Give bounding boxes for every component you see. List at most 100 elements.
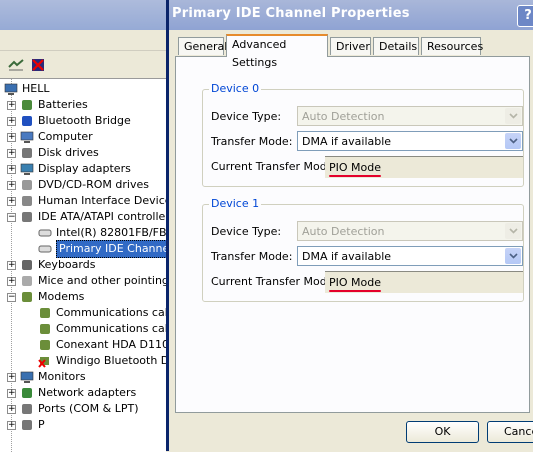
tree-item[interactable]: + Network adapters (7, 385, 136, 401)
tab-advanced-settings[interactable]: Advanced Settings (226, 34, 328, 69)
tree-item[interactable]: + Batteries (7, 97, 88, 113)
monitor-icon (20, 370, 34, 384)
chevron-down-icon[interactable] (505, 248, 521, 264)
device-manager-menubar (0, 30, 166, 51)
tab-details[interactable]: Details (373, 37, 419, 55)
expand-icon[interactable]: + (7, 148, 16, 158)
tree-item[interactable]: + Disk drives (7, 145, 99, 161)
expand-icon[interactable]: + (7, 404, 16, 414)
device-1-transfer-mode-select[interactable]: DMA if available (297, 246, 523, 266)
ok-button[interactable]: OK (406, 421, 479, 443)
expand-icon[interactable]: + (7, 180, 16, 190)
chevron-down-icon (505, 108, 521, 124)
expand-icon[interactable]: + (7, 276, 16, 286)
tree-item-label[interactable]: Human Interface Devices (38, 193, 166, 209)
device-tree[interactable]: HELL + Batteries + Bluetooth Bridge + Computer… (0, 78, 166, 452)
tree-item-label[interactable]: Communications cable (56, 305, 166, 321)
uninstall-icon[interactable] (29, 56, 47, 74)
modem-disabled-icon (38, 354, 52, 368)
tree-item[interactable]: Windigo Bluetooth DU (34, 353, 166, 369)
properties-dialog: Primary IDE Channel Properties ? General… (166, 0, 533, 451)
tree-item[interactable]: + DVD/CD-ROM drives (7, 177, 149, 193)
tree-item-label[interactable]: Computer (38, 129, 93, 145)
processor-icon (20, 418, 34, 432)
tree-item[interactable]: + P (7, 417, 45, 433)
tree-item[interactable]: Conexant HDA D110 (34, 337, 166, 353)
tree-item[interactable]: + Ports (COM & LPT) (7, 401, 139, 417)
display-icon (20, 162, 34, 176)
tree-item-label[interactable]: Disk drives (38, 145, 99, 161)
tree-item-label[interactable]: Network adapters (38, 385, 136, 401)
tree-item-label[interactable]: Communications cable (56, 321, 166, 337)
device-1-type-select: Auto Detection (297, 221, 523, 241)
keyboard-icon (20, 258, 34, 272)
tree-item[interactable]: Primary IDE Channel (34, 240, 166, 258)
tree-item-label[interactable]: Conexant HDA D110 (56, 337, 166, 353)
dialog-titlebar[interactable]: Primary IDE Channel Properties ? (169, 0, 533, 30)
tree-item-label[interactable]: Modems (38, 289, 84, 305)
tree-item-label[interactable]: Monitors (38, 369, 86, 385)
tree-item-label[interactable]: Batteries (38, 97, 88, 113)
expand-icon[interactable]: + (7, 420, 16, 430)
device-1-current-mode-value: PIO Mode (329, 276, 382, 289)
tree-item[interactable]: Communications cable (34, 305, 166, 321)
tree-item[interactable]: Intel(R) 82801FB/FBM (34, 225, 166, 241)
tree-item-label[interactable]: Windigo Bluetooth DU (56, 353, 166, 369)
tree-item-label-selected[interactable]: Primary IDE Channel (56, 240, 166, 258)
tree-item[interactable]: + Computer (7, 129, 93, 145)
expand-icon[interactable]: + (7, 164, 16, 174)
tree-item[interactable]: − IDE ATA/ATAPI controllers (7, 209, 166, 225)
expand-icon[interactable]: + (7, 388, 16, 398)
tree-item[interactable]: + Monitors (7, 369, 86, 385)
device-0-transfer-mode-select[interactable]: DMA if available (297, 131, 523, 151)
expand-icon[interactable]: + (7, 100, 16, 110)
tree-item[interactable]: + Bluetooth Bridge (7, 113, 131, 129)
device-0-title: Device 0 (209, 82, 262, 95)
tree-item-label[interactable]: Ports (COM & LPT) (38, 401, 139, 417)
device-1-group: Device 1 Device Type: Auto Detection Tra… (202, 197, 524, 302)
expand-icon[interactable]: + (7, 260, 16, 270)
tree-item[interactable]: + Display adapters (7, 161, 131, 177)
tree-item[interactable]: Communications cable (34, 321, 166, 337)
chevron-down-icon (505, 223, 521, 239)
tree-item-label[interactable]: HELL (22, 81, 49, 97)
expand-icon[interactable]: + (7, 196, 16, 206)
annotation-underline (329, 175, 381, 177)
tab-driver[interactable]: Driver (330, 37, 371, 55)
tree-item-label[interactable]: DVD/CD-ROM drives (38, 177, 149, 193)
scan-hardware-icon[interactable] (7, 56, 25, 74)
tree-item-label[interactable]: Display adapters (38, 161, 131, 177)
tree-item-label[interactable]: Keyboards (38, 257, 95, 273)
expand-icon[interactable]: + (7, 116, 16, 126)
tree-item[interactable]: + Human Interface Devices (7, 193, 166, 209)
chevron-down-icon[interactable] (505, 133, 521, 149)
tree-item-label[interactable]: Bluetooth Bridge (38, 113, 131, 129)
device-0-type-label: Device Type: (211, 110, 282, 123)
tree-item-label[interactable]: P (38, 417, 45, 433)
tree-item[interactable]: + Keyboards (7, 257, 95, 273)
expand-icon[interactable]: + (7, 132, 16, 142)
cancel-button[interactable]: Cance (487, 421, 533, 443)
tree-item[interactable]: − Modems (7, 289, 84, 305)
device-manager-toolbar (0, 52, 166, 78)
port-icon (20, 402, 34, 416)
hid-icon (20, 194, 34, 208)
tree-item[interactable]: HELL (4, 81, 49, 97)
help-button[interactable]: ? (517, 5, 533, 27)
modem-icon (38, 338, 52, 352)
device-manager-window: HELL + Batteries + Bluetooth Bridge + Computer… (0, 0, 166, 452)
device-1-title: Device 1 (209, 197, 262, 210)
tree-item-label[interactable]: IDE ATA/ATAPI controllers (38, 209, 166, 225)
tree-item-label[interactable]: Intel(R) 82801FB/FBM (56, 225, 166, 241)
tab-resources[interactable]: Resources (421, 37, 483, 55)
collapse-icon[interactable]: − (7, 212, 16, 222)
device-0-current-mode-label: Current Transfer Mode: (211, 160, 338, 173)
collapse-icon[interactable]: − (7, 292, 16, 302)
tree-item[interactable]: + Mice and other pointing d (7, 273, 166, 289)
modem-icon (38, 322, 52, 336)
expand-icon[interactable]: + (7, 372, 16, 382)
device-0-current-mode-value: PIO Mode (329, 161, 382, 174)
tab-general[interactable]: General (178, 37, 227, 55)
battery-icon (20, 98, 34, 112)
tree-item-label[interactable]: Mice and other pointing d (38, 273, 166, 289)
